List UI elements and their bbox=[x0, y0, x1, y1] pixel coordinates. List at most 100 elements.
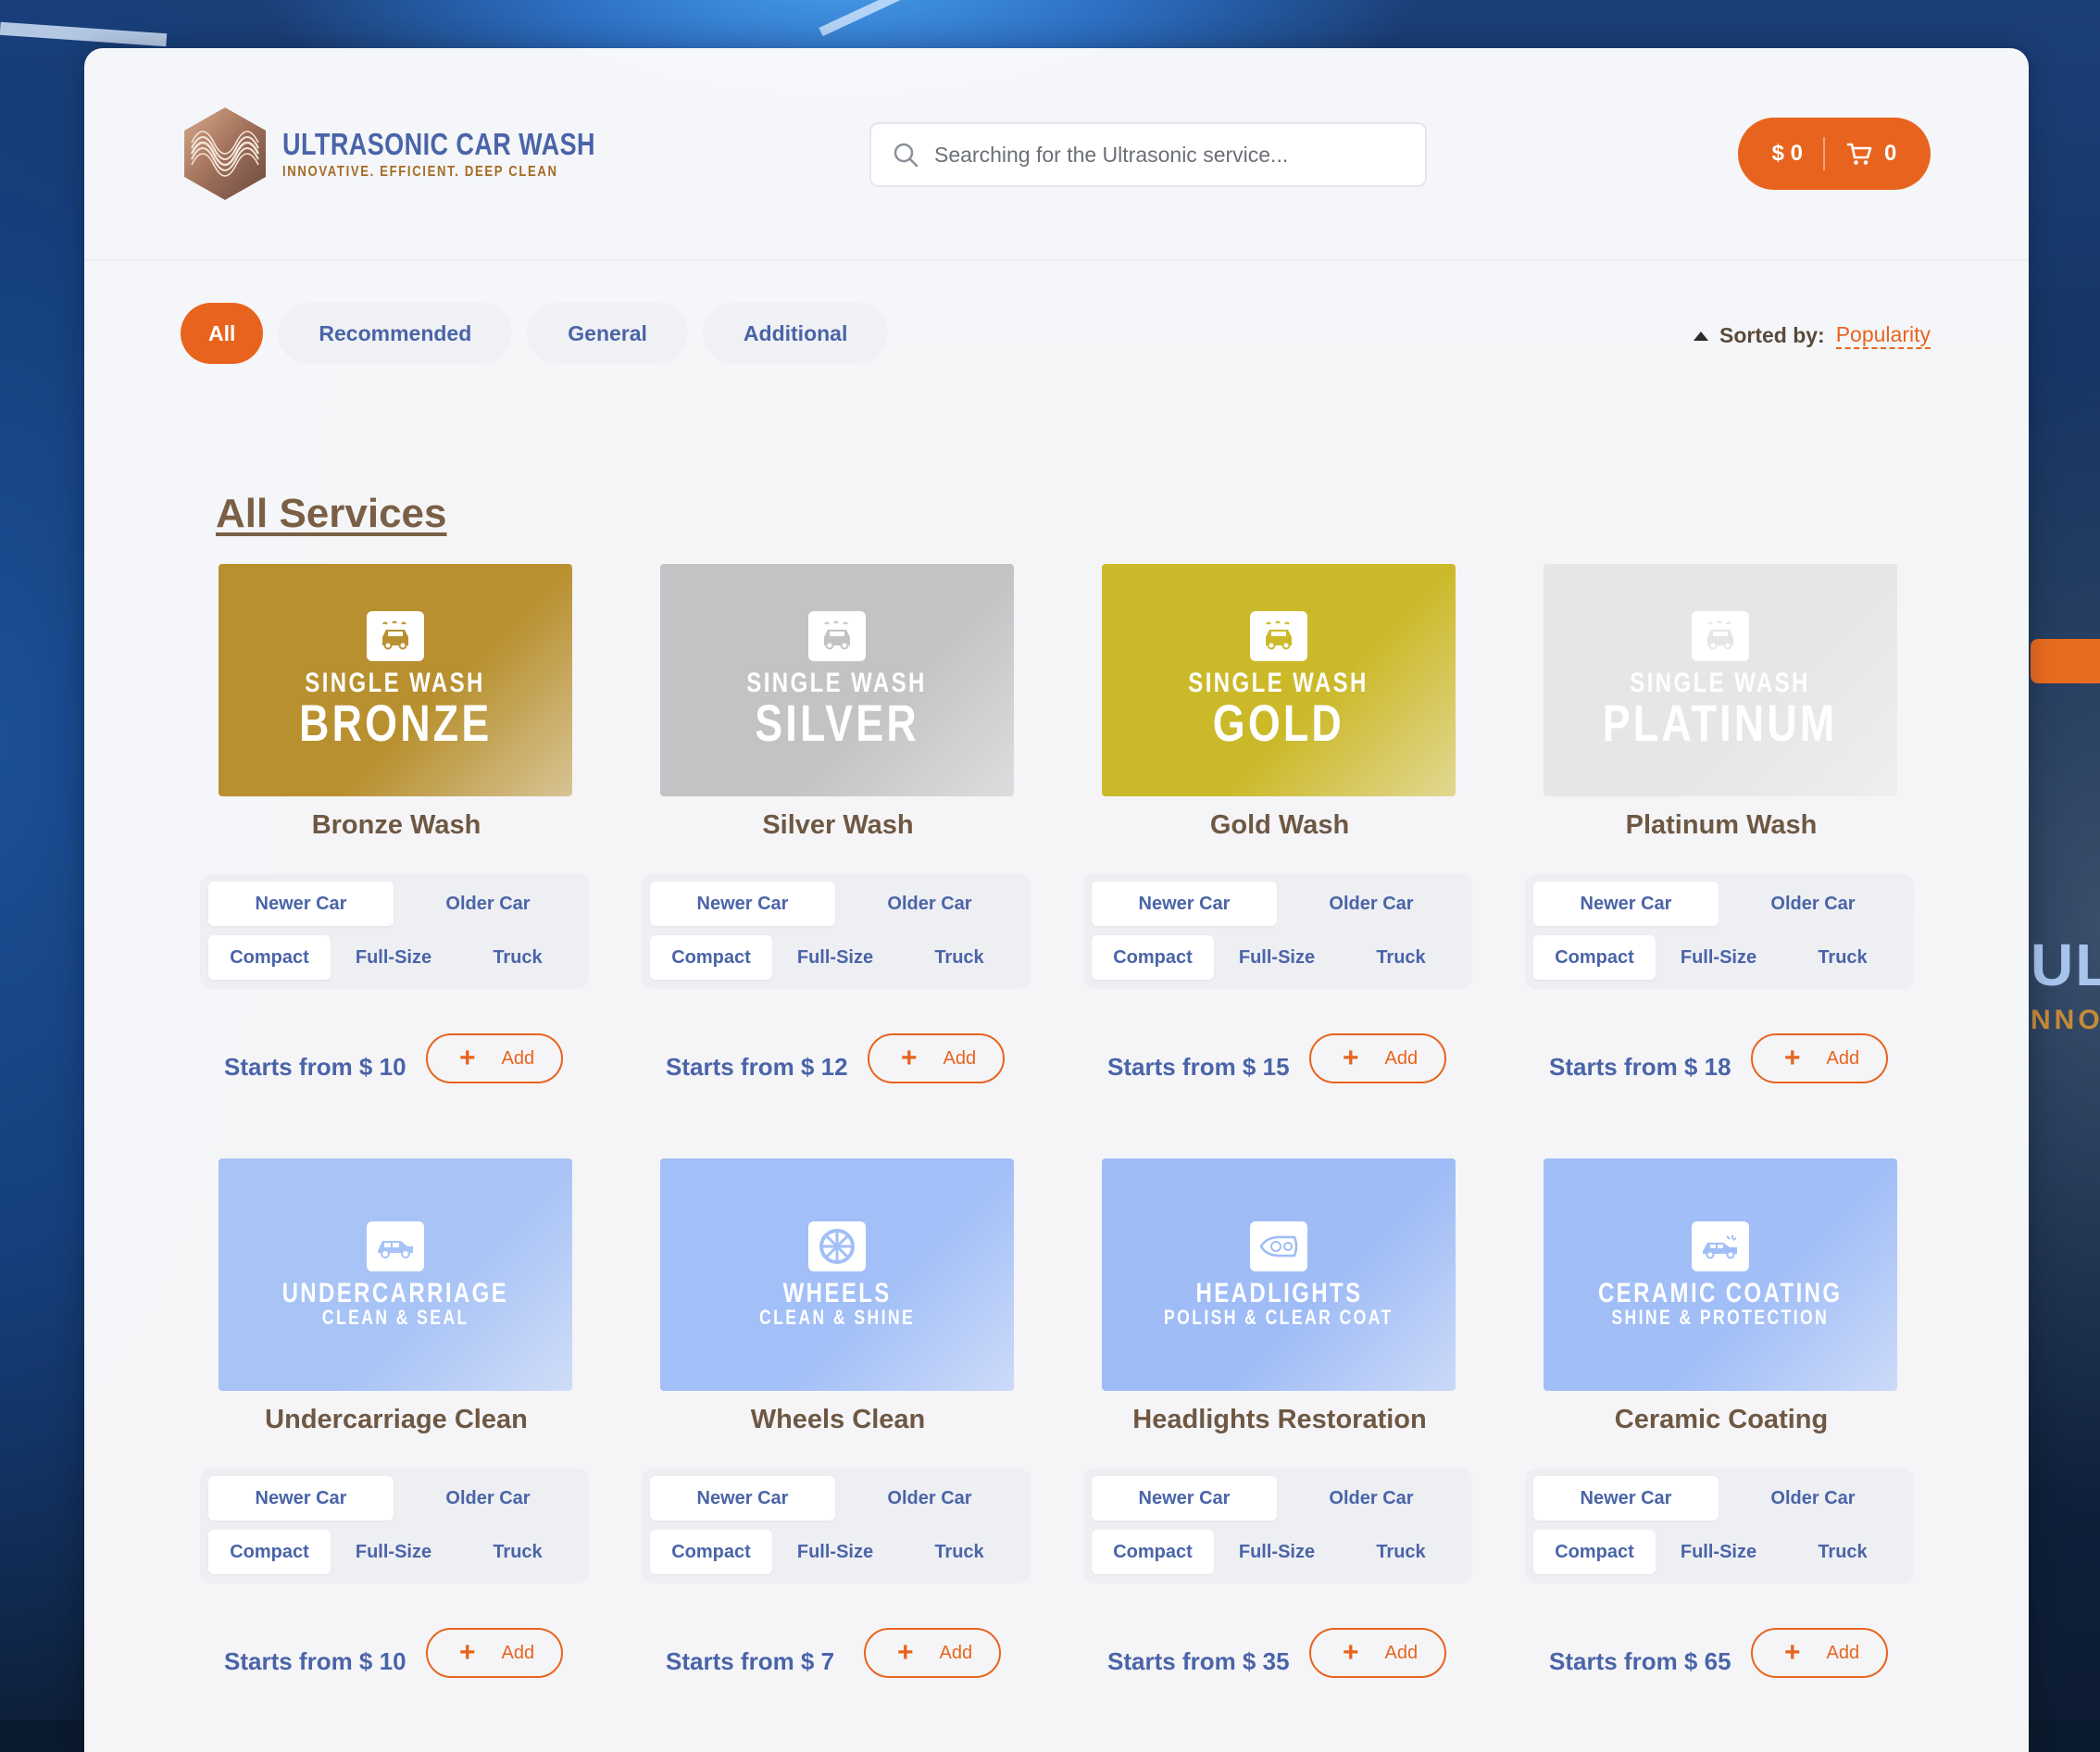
sort-value-link[interactable]: Popularity bbox=[1835, 322, 1931, 349]
add-to-cart-button[interactable]: + Add bbox=[864, 1628, 1001, 1678]
filter-tabs: All Recommended General Additional bbox=[181, 303, 903, 364]
option-older-car[interactable]: Older Car bbox=[837, 1476, 1022, 1520]
option-newer-car[interactable]: Newer Car bbox=[1533, 882, 1719, 926]
option-compact[interactable]: Compact bbox=[1533, 935, 1656, 980]
option-full-size[interactable]: Full-Size bbox=[774, 935, 896, 980]
service-image-subheading: CLEAN & SHINE bbox=[758, 1306, 916, 1330]
hexagon-wave-logo-icon bbox=[184, 107, 266, 200]
option-compact[interactable]: Compact bbox=[650, 935, 772, 980]
plus-icon: + bbox=[1343, 1043, 1359, 1073]
option-older-car[interactable]: Older Car bbox=[1720, 1476, 1906, 1520]
add-to-cart-button[interactable]: + Add bbox=[1751, 1628, 1888, 1678]
option-compact[interactable]: Compact bbox=[208, 1530, 331, 1574]
service-title: Wheels Clean bbox=[750, 1405, 926, 1434]
option-truck[interactable]: Truck bbox=[898, 935, 1020, 980]
option-newer-car[interactable]: Newer Car bbox=[1533, 1476, 1719, 1520]
option-newer-car[interactable]: Newer Car bbox=[1092, 882, 1277, 926]
service-card: HEADLIGHTS POLISH & CLEAR COAT Headlights … bbox=[1083, 1158, 1472, 1678]
option-compact[interactable]: Compact bbox=[1533, 1530, 1656, 1574]
search-input[interactable] bbox=[932, 141, 1418, 169]
filter-tab-recommended[interactable]: Recommended bbox=[278, 303, 513, 364]
service-card: CERAMIC COATING SHINE & PROTECTION Ceramic… bbox=[1525, 1158, 1914, 1678]
option-newer-car[interactable]: Newer Car bbox=[208, 1476, 394, 1520]
option-newer-car[interactable]: Newer Car bbox=[650, 1476, 835, 1520]
service-title: Bronze Wash bbox=[311, 810, 481, 840]
plus-icon: + bbox=[1784, 1637, 1801, 1668]
brand-logo[interactable]: ULTRASONIC CAR WASH INNOVATIVE. EFFICIEN… bbox=[182, 106, 664, 202]
option-older-car[interactable]: Older Car bbox=[1279, 1476, 1464, 1520]
car-wash-icon bbox=[808, 610, 866, 661]
filter-tab-general[interactable]: General bbox=[527, 303, 688, 364]
service-image-subheading: GOLD bbox=[1212, 694, 1345, 753]
service-image-subheading: CLEAN & SEAL bbox=[321, 1306, 469, 1330]
filter-tab-all[interactable]: All bbox=[181, 303, 264, 364]
option-older-car[interactable]: Older Car bbox=[1720, 882, 1906, 926]
option-compact[interactable]: Compact bbox=[1092, 935, 1214, 980]
add-to-cart-button[interactable]: + Add bbox=[426, 1033, 563, 1083]
add-button-label: Add bbox=[1826, 1047, 1860, 1069]
option-truck[interactable]: Truck bbox=[1340, 935, 1462, 980]
option-older-car[interactable]: Older Car bbox=[395, 1476, 581, 1520]
car-wash-icon bbox=[1692, 610, 1749, 661]
add-to-cart-button[interactable]: + Add bbox=[426, 1628, 563, 1678]
option-compact[interactable]: Compact bbox=[650, 1530, 772, 1574]
service-title: Headlights Restoration bbox=[1132, 1405, 1427, 1434]
plus-icon: + bbox=[1343, 1637, 1359, 1668]
option-full-size[interactable]: Full-Size bbox=[332, 1530, 455, 1574]
service-image-subheading: POLISH & CLEAR COAT bbox=[1164, 1306, 1394, 1330]
service-image[interactable]: SINGLE WASH GOLD bbox=[1102, 564, 1456, 796]
service-options: Newer Car Older Car Compact Full-Size Truck bbox=[1083, 1469, 1472, 1583]
service-image-subheading: PLATINUM bbox=[1603, 694, 1838, 753]
service-price: Starts from $ 10 bbox=[224, 1647, 406, 1675]
add-button-label: Add bbox=[1384, 1047, 1419, 1069]
service-image[interactable]: UNDERCARRIAGE CLEAN & SEAL bbox=[219, 1158, 572, 1391]
service-price: Starts from $ 65 bbox=[1549, 1647, 1731, 1675]
option-compact[interactable]: Compact bbox=[208, 935, 331, 980]
service-image[interactable]: HEADLIGHTS POLISH & CLEAR COAT bbox=[1102, 1158, 1456, 1391]
option-full-size[interactable]: Full-Size bbox=[1216, 1530, 1338, 1574]
add-button-label: Add bbox=[1384, 1642, 1419, 1663]
search-bar[interactable] bbox=[869, 122, 1427, 187]
service-image[interactable]: WHEELS CLEAN & SHINE bbox=[660, 1158, 1014, 1391]
option-full-size[interactable]: Full-Size bbox=[1657, 935, 1780, 980]
service-image[interactable]: SINGLE WASH BRONZE bbox=[219, 564, 572, 796]
option-older-car[interactable]: Older Car bbox=[1279, 882, 1464, 926]
service-options: Newer Car Older Car Compact Full-Size Truck bbox=[642, 1469, 1031, 1583]
add-button-label: Add bbox=[1826, 1642, 1860, 1663]
option-truck[interactable]: Truck bbox=[456, 935, 579, 980]
cart-button[interactable]: $ 0 0 bbox=[1738, 118, 1931, 190]
service-image[interactable]: CERAMIC COATING SHINE & PROTECTION bbox=[1544, 1158, 1897, 1391]
option-compact[interactable]: Compact bbox=[1092, 1530, 1214, 1574]
service-image[interactable]: SINGLE WASH PLATINUM bbox=[1544, 564, 1897, 796]
option-full-size[interactable]: Full-Size bbox=[1216, 935, 1338, 980]
filter-tab-additional[interactable]: Additional bbox=[702, 303, 889, 364]
add-to-cart-button[interactable]: + Add bbox=[1751, 1033, 1888, 1083]
add-to-cart-button[interactable]: + Add bbox=[868, 1033, 1005, 1083]
option-full-size[interactable]: Full-Size bbox=[1657, 1530, 1780, 1574]
add-to-cart-button[interactable]: + Add bbox=[1309, 1628, 1446, 1678]
option-truck[interactable]: Truck bbox=[898, 1530, 1020, 1574]
service-image[interactable]: SINGLE WASH SILVER bbox=[660, 564, 1014, 796]
search-icon bbox=[894, 143, 919, 168]
option-truck[interactable]: Truck bbox=[456, 1530, 579, 1574]
headlight-icon bbox=[1250, 1220, 1307, 1271]
plus-icon: + bbox=[897, 1637, 914, 1668]
option-newer-car[interactable]: Newer Car bbox=[650, 882, 835, 926]
plus-icon: + bbox=[1784, 1043, 1801, 1073]
add-to-cart-button[interactable]: + Add bbox=[1309, 1033, 1446, 1083]
option-older-car[interactable]: Older Car bbox=[395, 882, 581, 926]
option-older-car[interactable]: Older Car bbox=[837, 882, 1022, 926]
option-full-size[interactable]: Full-Size bbox=[774, 1530, 896, 1574]
option-newer-car[interactable]: Newer Car bbox=[1092, 1476, 1277, 1520]
car-wash-icon bbox=[1250, 610, 1307, 661]
main-panel: ULTRASONIC CAR WASH INNOVATIVE. EFFICIEN… bbox=[84, 48, 2029, 1752]
option-truck[interactable]: Truck bbox=[1781, 935, 1904, 980]
option-truck[interactable]: Truck bbox=[1340, 1530, 1462, 1574]
service-image-subheading: SHINE & PROTECTION bbox=[1611, 1306, 1830, 1330]
option-truck[interactable]: Truck bbox=[1781, 1530, 1904, 1574]
service-options: Newer Car Older Car Compact Full-Size Truck bbox=[200, 1469, 589, 1583]
option-newer-car[interactable]: Newer Car bbox=[208, 882, 394, 926]
option-full-size[interactable]: Full-Size bbox=[332, 935, 455, 980]
sort-direction-icon bbox=[1693, 331, 1708, 341]
sort-control[interactable]: Sorted by: Popularity bbox=[1693, 322, 1931, 349]
